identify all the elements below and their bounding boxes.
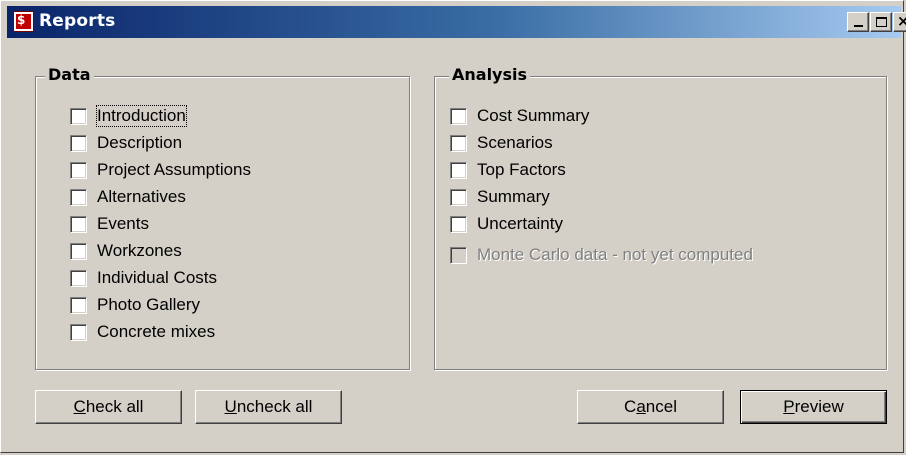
preview-mnemonic: P xyxy=(783,397,795,416)
checkbox-box[interactable] xyxy=(70,107,87,125)
checkbox-box[interactable] xyxy=(70,215,87,233)
checkbox-description[interactable]: Description xyxy=(70,132,182,154)
checkbox-label: Cost Summary xyxy=(477,106,590,125)
checkbox-label: Individual Costs xyxy=(97,268,218,287)
checkbox-box[interactable] xyxy=(70,269,87,287)
maximize-button[interactable] xyxy=(870,12,892,32)
uncheck-all-mnemonic: U xyxy=(224,397,237,416)
uncheck-all-label: ncheck all xyxy=(236,397,313,416)
cancel-button[interactable]: Ca ncel xyxy=(577,390,724,424)
app-logo-icon[interactable]: $ xyxy=(13,11,34,32)
checkbox-label: Alternatives xyxy=(97,187,186,206)
analysis-group-legend: Analysis xyxy=(449,65,531,84)
minimize-button[interactable] xyxy=(847,12,869,32)
checkbox-box[interactable] xyxy=(450,188,467,206)
checkbox-monte-carlo-data: Monte Carlo data - not yet computed xyxy=(450,244,753,266)
reports-dialog: $ Reports × Data Analysis Introduction D… xyxy=(0,0,906,453)
checkbox-label: Events xyxy=(97,214,149,233)
checkbox-concrete-mixes[interactable]: Concrete mixes xyxy=(70,321,215,343)
checkbox-top-factors[interactable]: Top Factors xyxy=(450,159,566,181)
check-all-mnemonic: C xyxy=(73,397,86,416)
checkbox-box[interactable] xyxy=(70,296,87,314)
checkbox-uncertainty[interactable]: Uncertainty xyxy=(450,213,563,235)
checkbox-label: Project Assumptions xyxy=(97,160,252,179)
title-bar[interactable]: $ Reports × xyxy=(7,6,906,38)
checkbox-box[interactable] xyxy=(450,134,467,152)
checkbox-label: Top Factors xyxy=(477,160,566,179)
window-title: Reports xyxy=(39,11,116,31)
checkbox-photo-gallery[interactable]: Photo Gallery xyxy=(70,294,200,316)
checkbox-scenarios[interactable]: Scenarios xyxy=(450,132,553,154)
cancel-mnemonic: a xyxy=(636,397,646,416)
checkbox-box[interactable] xyxy=(450,215,467,233)
maximize-icon xyxy=(876,17,887,27)
checkbox-box[interactable] xyxy=(70,134,87,152)
checkbox-box[interactable] xyxy=(70,323,87,341)
checkbox-box[interactable] xyxy=(70,188,87,206)
checkbox-project-assumptions[interactable]: Project Assumptions xyxy=(70,159,251,181)
checkbox-events[interactable]: Events xyxy=(70,213,149,235)
uncheck-all-button[interactable]: Uncheck all xyxy=(195,390,342,424)
checkbox-workzones[interactable]: Workzones xyxy=(70,240,182,262)
checkbox-label: Description xyxy=(97,133,183,152)
close-icon: × xyxy=(897,12,906,30)
checkbox-label: Scenarios xyxy=(477,133,553,152)
check-all-label: heck all xyxy=(85,397,144,416)
check-all-button[interactable]: Check all xyxy=(35,390,182,424)
data-group-legend: Data xyxy=(45,65,94,84)
checkbox-label: Monte Carlo data - not yet computed xyxy=(477,245,753,264)
checkbox-alternatives[interactable]: Alternatives xyxy=(70,186,186,208)
checkbox-label: Concrete mixes xyxy=(97,322,216,341)
cancel-label: ncel xyxy=(645,397,677,416)
checkbox-box[interactable] xyxy=(70,161,87,179)
close-button[interactable]: × xyxy=(893,12,906,32)
checkbox-box[interactable] xyxy=(70,242,87,260)
checkbox-box[interactable] xyxy=(450,161,467,179)
checkbox-cost-summary[interactable]: Cost Summary xyxy=(450,105,589,127)
checkbox-summary[interactable]: Summary xyxy=(450,186,550,208)
checkbox-label: Workzones xyxy=(97,241,182,260)
cancel-label-pre: C xyxy=(624,397,637,416)
checkbox-introduction[interactable]: Introduction xyxy=(70,105,187,127)
checkbox-box xyxy=(450,246,467,264)
checkbox-label: Photo Gallery xyxy=(97,295,200,314)
minimize-icon xyxy=(854,25,863,27)
preview-label: review xyxy=(794,397,844,416)
checkbox-label: Uncertainty xyxy=(477,214,563,233)
checkbox-label: Summary xyxy=(477,187,550,206)
checkbox-box[interactable] xyxy=(450,107,467,125)
preview-button[interactable]: Preview xyxy=(740,390,887,424)
checkbox-individual-costs[interactable]: Individual Costs xyxy=(70,267,217,289)
checkbox-label: Introduction xyxy=(96,105,187,127)
